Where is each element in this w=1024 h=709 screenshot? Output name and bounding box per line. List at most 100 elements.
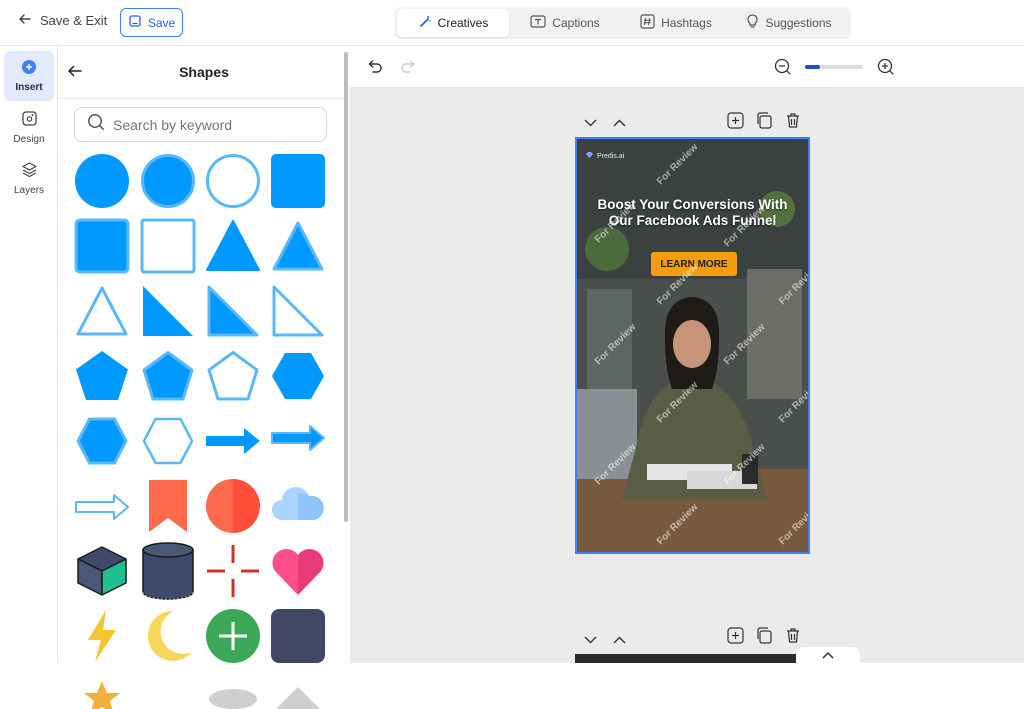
tab-label: Suggestions <box>765 16 832 30</box>
shape-lightning[interactable] <box>73 607 131 665</box>
shape-hexagon-outline[interactable] <box>139 412 197 470</box>
shape-right-triangle-outline[interactable] <box>269 282 327 340</box>
redo-icon[interactable] <box>400 59 416 78</box>
panel-scrollbar[interactable] <box>344 52 348 522</box>
chevron-up-icon[interactable] <box>613 114 626 132</box>
panel-header: Shapes <box>58 46 350 99</box>
page-nav-controls-2 <box>584 631 626 649</box>
rail-label: Insert <box>15 82 43 93</box>
search-box[interactable] <box>74 107 327 142</box>
duplicate-page-icon[interactable] <box>756 627 773 649</box>
shape-square-outline[interactable] <box>139 217 197 275</box>
delete-page-icon[interactable] <box>785 627 801 649</box>
tab-hashtags[interactable]: Hashtags <box>621 9 731 37</box>
page-action-controls <box>727 112 801 134</box>
shape-circle-bordered[interactable] <box>139 152 197 210</box>
hashtag-icon <box>640 14 655 32</box>
add-page-icon[interactable] <box>727 112 744 134</box>
shape-pentagon-bordered[interactable] <box>139 347 197 405</box>
main-tabs: Creatives Captions Hashtags Suggestions <box>395 7 851 39</box>
brand-name: Predis.ai <box>597 152 625 160</box>
chevron-up-icon <box>822 646 834 664</box>
rail-design[interactable]: Design <box>4 102 54 152</box>
shape-hexagon-filled[interactable] <box>269 347 327 405</box>
shape-star[interactable] <box>73 672 131 709</box>
zoom-out-icon[interactable] <box>774 58 792 81</box>
shape-arrow-bordered[interactable] <box>269 412 327 470</box>
tab-creatives[interactable]: Creatives <box>397 9 509 37</box>
magic-wand-icon <box>418 15 432 32</box>
shape-circle-outline[interactable] <box>204 152 262 210</box>
shape-plus-circle[interactable] <box>204 607 262 665</box>
save-exit-button[interactable]: Save & Exit <box>18 12 107 29</box>
zoom-slider-fill <box>805 65 820 69</box>
brand-logo: Predis.ai <box>585 151 624 161</box>
rail-layers[interactable]: Layers <box>4 153 54 203</box>
shape-hexagon-bordered[interactable] <box>73 412 131 470</box>
shape-gray-blob[interactable] <box>204 672 262 709</box>
shape-cylinder[interactable] <box>139 542 197 600</box>
save-icon <box>128 14 142 31</box>
zoom-in-icon[interactable] <box>877 58 895 81</box>
shape-cube[interactable] <box>73 542 131 600</box>
caption-icon <box>530 15 546 31</box>
shape-square-rounded[interactable] <box>269 152 327 210</box>
ad-headline-line1: Boost Your Conversions With <box>597 197 788 212</box>
shape-square-bordered[interactable] <box>73 217 131 275</box>
chevron-down-icon[interactable] <box>584 631 597 649</box>
shape-crescent-moon[interactable] <box>139 607 197 665</box>
shape-crosshair[interactable] <box>204 542 262 600</box>
tab-label: Creatives <box>437 16 489 30</box>
arrow-left-icon <box>18 12 32 29</box>
expand-pages-button[interactable] <box>796 647 860 663</box>
save-label: Save <box>147 15 176 30</box>
next-page-preview[interactable] <box>575 654 810 663</box>
shape-circle-filled[interactable] <box>73 152 131 210</box>
layers-icon <box>21 161 38 181</box>
tab-label: Captions <box>552 16 600 30</box>
shape-rounded-square-dark[interactable] <box>269 607 327 665</box>
save-exit-label: Save & Exit <box>40 13 108 28</box>
page-action-controls-2 <box>727 627 801 649</box>
rail-label: Design <box>13 133 45 145</box>
rail-label: Layers <box>13 184 44 196</box>
tab-suggestions[interactable]: Suggestions <box>731 9 847 37</box>
zoom-slider[interactable] <box>805 65 863 69</box>
shape-triangle-outline[interactable] <box>73 282 131 340</box>
tab-captions[interactable]: Captions <box>509 9 621 37</box>
page-nav-controls <box>584 114 626 132</box>
left-rail: Insert Design Layers <box>0 46 58 663</box>
search-icon <box>87 113 105 136</box>
shape-bookmark-ribbon[interactable] <box>139 477 197 535</box>
shape-triangle-filled[interactable] <box>204 217 262 275</box>
save-button[interactable]: Save <box>120 8 183 37</box>
shape-pentagon-outline[interactable] <box>204 347 262 405</box>
shape-arrow-outline[interactable] <box>73 477 131 535</box>
chevron-down-icon[interactable] <box>584 114 597 132</box>
shape-triangle-bordered[interactable] <box>269 217 327 275</box>
lightbulb-icon <box>746 14 759 32</box>
shape-gray-peak[interactable] <box>269 672 327 709</box>
shape-right-triangle-bordered[interactable] <box>204 282 262 340</box>
palette-icon <box>21 110 38 130</box>
tab-label: Hashtags <box>661 16 712 30</box>
delete-page-icon[interactable] <box>785 112 801 134</box>
search-input[interactable] <box>113 116 313 133</box>
shape-half-circle[interactable] <box>204 477 262 535</box>
chevron-up-icon[interactable] <box>613 631 626 649</box>
brand-logo-icon <box>585 151 594 161</box>
add-page-icon[interactable] <box>727 627 744 649</box>
undo-icon[interactable] <box>367 59 383 78</box>
shape-cloud[interactable] <box>269 477 327 535</box>
shape-pentagon-filled[interactable] <box>73 347 131 405</box>
top-bar: Save & Exit Save Creatives Captions Hash… <box>0 0 1024 46</box>
shape-heart[interactable] <box>269 542 327 600</box>
canvas-toolbar <box>350 46 1024 88</box>
shape-right-triangle-filled[interactable] <box>139 282 197 340</box>
ad-creative[interactable]: Predis.ai Boost Your Conversions With Ou… <box>575 137 810 554</box>
rail-insert[interactable]: Insert <box>4 51 54 101</box>
shapes-panel: Shapes <box>58 46 350 709</box>
shape-arrow-filled[interactable] <box>204 412 262 470</box>
duplicate-page-icon[interactable] <box>756 112 773 134</box>
plus-circle-icon <box>21 59 37 78</box>
